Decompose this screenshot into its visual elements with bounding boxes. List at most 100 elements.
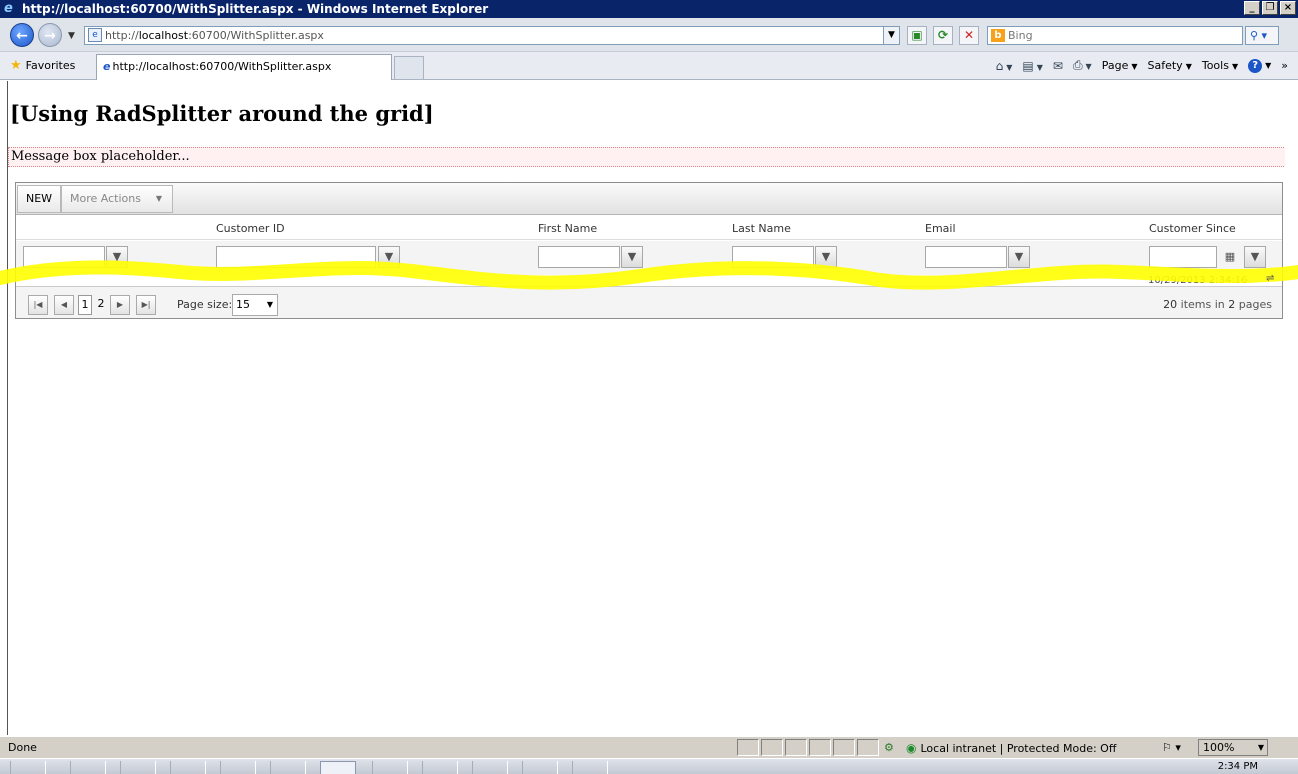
last-page-button[interactable]: ▶| <box>136 295 156 315</box>
page-size-value: 15 <box>236 298 250 311</box>
browser-tab[interactable]: e http://localhost:60700/WithSplitter.asp… <box>96 54 392 80</box>
star-icon: ★ <box>10 58 22 73</box>
refresh-icon[interactable]: ⟳ <box>933 26 953 45</box>
search-input[interactable]: b Bing <box>987 26 1243 45</box>
taskbar-app[interactable] <box>120 761 156 774</box>
page-menu[interactable]: Page ▼ <box>1102 59 1138 72</box>
address-host: localhost <box>138 29 189 42</box>
page-number-2[interactable]: 2 <box>96 295 106 315</box>
safety-menu-label: Safety <box>1147 59 1183 72</box>
page-icon: e <box>88 28 102 42</box>
next-page-button[interactable]: ▶ <box>110 295 130 315</box>
column-header-email[interactable]: Email <box>925 222 956 235</box>
restore-button[interactable]: ❐ <box>1262 1 1278 15</box>
tab-label: http://localhost:60700/WithSplitter.aspx <box>112 60 332 73</box>
rad-grid: NEW More Actions ▼ Customer ID First Nam… <box>15 182 1283 319</box>
minimize-button[interactable]: _ <box>1244 1 1260 15</box>
filter-icon[interactable]: ▼ <box>1008 246 1030 268</box>
status-cell <box>833 739 855 756</box>
favorites-bar: ★ Favorites e http://localhost:60700/WithS… <box>0 52 1298 80</box>
forward-button[interactable]: → <box>38 23 62 47</box>
pages-count: 2 <box>1228 298 1236 311</box>
taskbar-app[interactable] <box>422 761 458 774</box>
prev-page-button[interactable]: ◀ <box>54 295 74 315</box>
taskbar-app[interactable] <box>170 761 206 774</box>
taskbar-app[interactable] <box>522 761 558 774</box>
column-header-first-name[interactable]: First Name <box>538 222 597 235</box>
address-bar[interactable]: e http://localhost:60700/WithSplitter.as… <box>84 26 900 45</box>
help-menu[interactable]: ? ▼ <box>1248 58 1271 73</box>
ie-logo-icon: e <box>4 1 13 16</box>
overflow-chevron-icon[interactable]: » <box>1281 59 1288 72</box>
address-rest: :60700/WithSplitter.aspx <box>188 29 324 42</box>
back-button[interactable]: ← <box>10 23 34 47</box>
mail-icon[interactable]: ✉ <box>1053 59 1063 73</box>
filter-input-customer-since[interactable] <box>1149 246 1217 268</box>
safety-menu[interactable]: Safety ▼ <box>1148 59 1192 72</box>
filter-icon[interactable]: ▼ <box>815 246 837 268</box>
feeds-icon[interactable]: ▤ ▼ <box>1022 59 1043 73</box>
filter-input-email[interactable] <box>925 246 1007 268</box>
address-dropdown-icon[interactable]: ▼ <box>883 27 899 44</box>
favorites-button[interactable]: ★ Favorites <box>10 58 75 73</box>
filter-icon[interactable]: ▼ <box>621 246 643 268</box>
popup-blocker-icon[interactable]: ⚐ ▾ <box>1162 738 1181 758</box>
stop-icon[interactable]: ✕ <box>959 26 979 45</box>
address-toolbar: ← → ▼ e http://localhost:60700/WithSplit… <box>0 18 1298 52</box>
filter-input-customer-id[interactable] <box>216 246 376 268</box>
calendar-icon[interactable]: ▦ <box>1223 250 1237 263</box>
home-icon[interactable]: ⌂ ▼ <box>996 59 1013 73</box>
zoom-control[interactable]: 100% ▼ <box>1198 739 1268 756</box>
status-cell <box>737 739 759 756</box>
new-tab-button[interactable] <box>394 56 424 80</box>
close-window-button[interactable]: × <box>1280 1 1296 15</box>
tab-ie-icon: e <box>103 60 111 73</box>
compatibility-icon[interactable]: ▣ <box>907 26 927 45</box>
chevron-down-icon: ▼ <box>266 300 273 309</box>
grid-pager: |◀ ◀ 1 2 ▶ ▶| Page size: 15 ▼ 20 items i… <box>16 286 1282 318</box>
help-icon: ? <box>1248 59 1263 73</box>
filter-icon[interactable]: ▼ <box>1244 246 1266 268</box>
column-header-customer-id[interactable]: Customer ID <box>216 222 285 235</box>
pages-text: pages <box>1238 298 1272 311</box>
filter-input-first[interactable] <box>23 246 105 268</box>
column-header-last-name[interactable]: Last Name <box>732 222 791 235</box>
taskbar-app[interactable] <box>472 761 508 774</box>
page-size-select[interactable]: 15 ▼ <box>232 294 278 316</box>
more-actions-label: More Actions <box>70 192 141 205</box>
taskbar-clock[interactable]: 2:34 PM <box>1218 761 1258 772</box>
status-cell <box>809 739 831 756</box>
print-icon[interactable]: ⎙ ▼ <box>1073 58 1092 73</box>
taskbar-app[interactable] <box>572 761 608 774</box>
taskbar-app[interactable] <box>70 761 106 774</box>
page-number-current[interactable]: 1 <box>78 295 92 315</box>
grid-command-bar: NEW More Actions ▼ <box>16 183 1282 215</box>
status-cell <box>785 739 807 756</box>
window-title-bar: e http://localhost:60700/WithSplitter.as… <box>0 0 1298 18</box>
status-cell <box>857 739 879 756</box>
filter-icon[interactable]: ▼ <box>378 246 400 268</box>
column-header-customer-since[interactable]: Customer Since <box>1149 222 1236 235</box>
taskbar-app-ie[interactable] <box>320 761 356 774</box>
items-count: 20 <box>1163 298 1178 311</box>
taskbar-app[interactable] <box>270 761 306 774</box>
security-status-icon[interactable]: ⚙ <box>884 738 894 758</box>
history-dropdown-icon[interactable]: ▼ <box>68 31 75 41</box>
page-title: [Using RadSplitter around the grid] <box>10 101 434 126</box>
search-button[interactable]: ⚲ ▾ <box>1245 26 1279 45</box>
first-page-button[interactable]: |◀ <box>28 295 48 315</box>
splitter-resize-handle[interactable]: ⇌ <box>1266 274 1282 284</box>
filter-input-last-name[interactable] <box>732 246 814 268</box>
taskbar-app[interactable] <box>372 761 408 774</box>
tools-menu[interactable]: Tools ▼ <box>1202 59 1238 72</box>
table-row: 10/29/2013 2:34:16 <box>16 275 1282 285</box>
filter-icon[interactable]: ▼ <box>106 246 128 268</box>
filter-input-first-name[interactable] <box>538 246 620 268</box>
new-button[interactable]: NEW <box>17 185 62 213</box>
taskbar-app[interactable] <box>220 761 256 774</box>
items-text: items in <box>1180 298 1225 311</box>
taskbar-start-button[interactable] <box>10 761 46 774</box>
security-zone[interactable]: ◉ Local intranet | Protected Mode: Off <box>906 738 1116 759</box>
status-bar: Done ⚙ ◉ Local intranet | Protected Mode:… <box>0 736 1298 758</box>
more-actions-dropdown[interactable]: More Actions ▼ <box>61 185 173 213</box>
